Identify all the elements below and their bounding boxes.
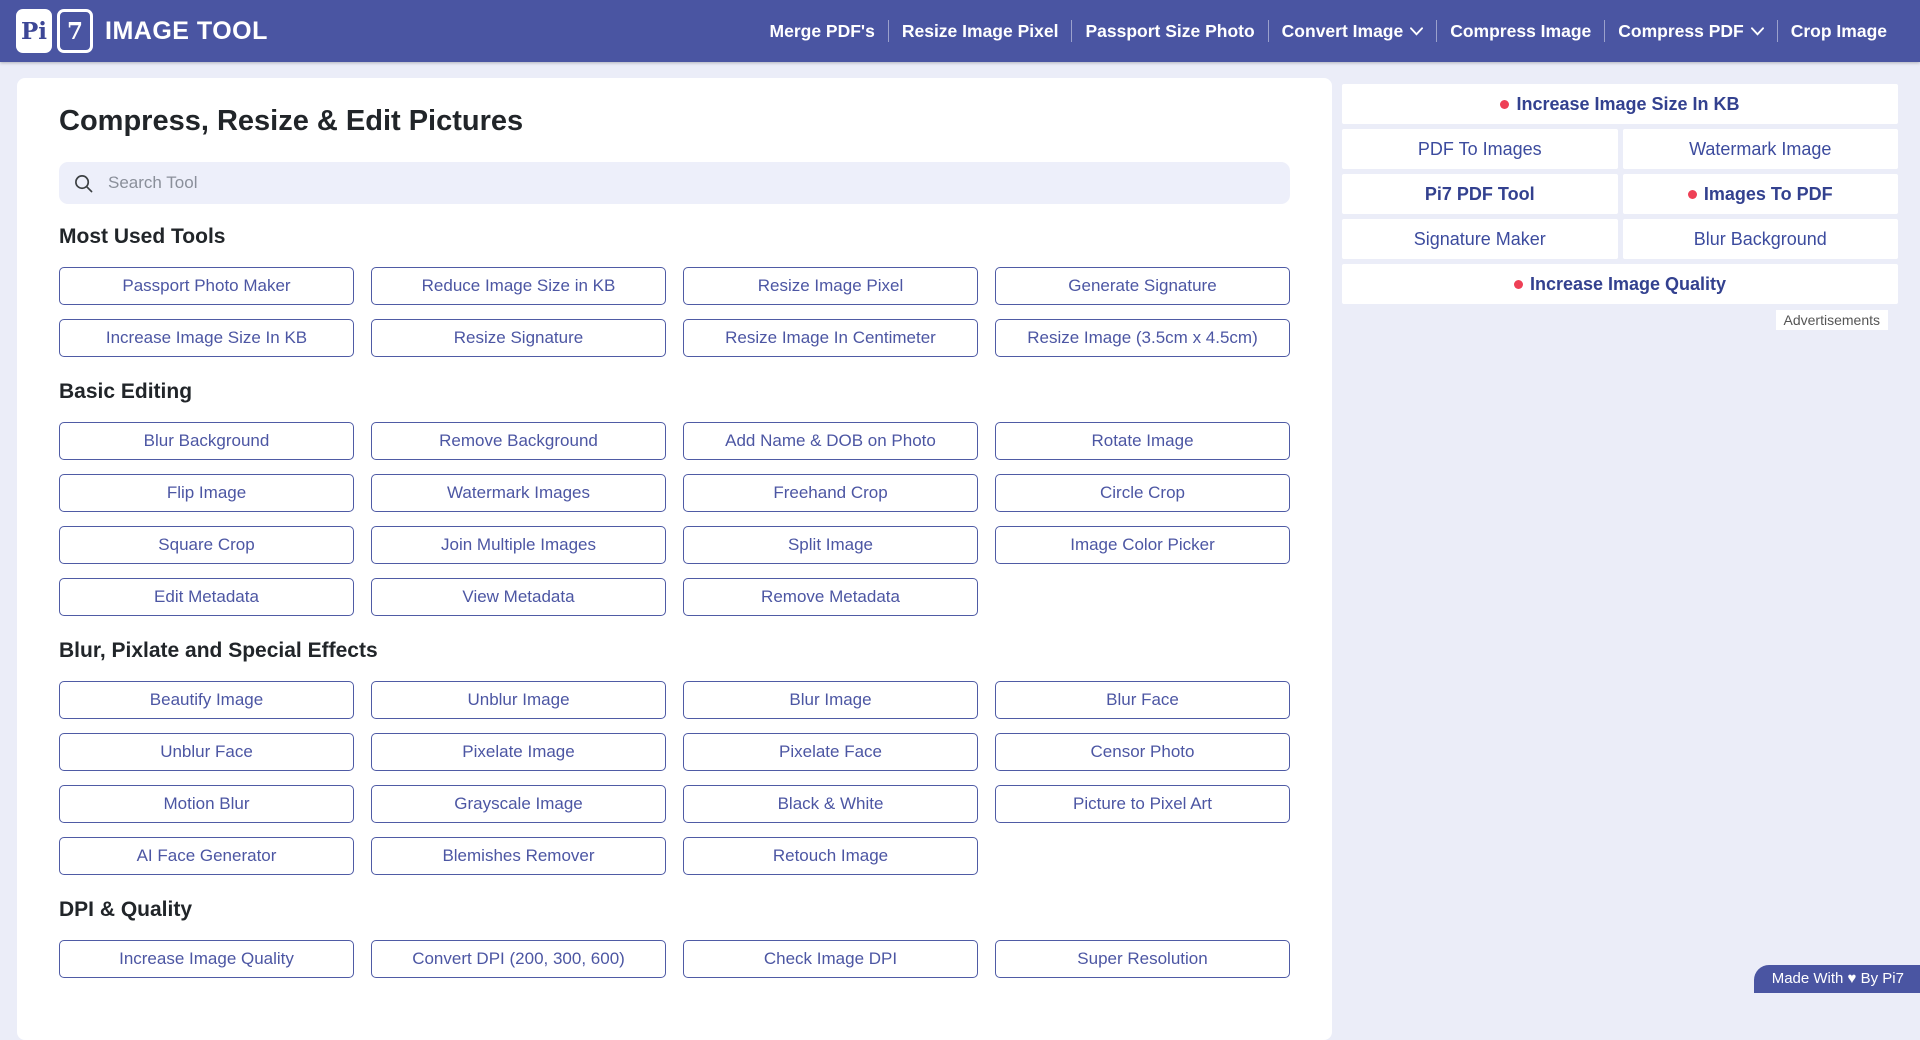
tool-button[interactable]: Resize Image (3.5cm x 4.5cm) [995, 319, 1290, 357]
tool-button[interactable]: Square Crop [59, 526, 354, 564]
tool-button[interactable]: Check Image DPI [683, 940, 978, 978]
tool-button[interactable]: Freehand Crop [683, 474, 978, 512]
tool-button[interactable]: Circle Crop [995, 474, 1290, 512]
tool-button[interactable]: Convert DPI (200, 300, 600) [371, 940, 666, 978]
navbar: Pi 7 IMAGE TOOL Merge PDF's Resize Image… [0, 0, 1920, 62]
search-icon [74, 174, 93, 193]
brand[interactable]: Pi 7 IMAGE TOOL [16, 9, 268, 53]
sidebar-link-blur-background[interactable]: Blur Background [1623, 219, 1899, 259]
logo-seven-box: 7 [57, 9, 93, 53]
tool-button[interactable]: Unblur Image [371, 681, 666, 719]
sidebar-link-signature-maker[interactable]: Signature Maker [1342, 219, 1618, 259]
tool-button[interactable]: Blur Background [59, 422, 354, 460]
section-heading: DPI & Quality [59, 897, 1290, 922]
sidebar-link-pdf-to-images[interactable]: PDF To Images [1342, 129, 1618, 169]
sidebar-link-watermark-image[interactable]: Watermark Image [1623, 129, 1899, 169]
tool-button[interactable]: Blur Image [683, 681, 978, 719]
tool-button[interactable]: Rotate Image [995, 422, 1290, 460]
tools-grid: Increase Image Quality Convert DPI (200, … [59, 940, 1290, 978]
red-dot-icon [1514, 280, 1523, 289]
section-basic-editing: Basic Editing Blur Background Remove Back… [59, 379, 1290, 616]
nav-merge-pdfs[interactable]: Merge PDF's [757, 21, 888, 42]
sidebar-link-increase-image-quality[interactable]: Increase Image Quality [1342, 264, 1898, 304]
tool-button[interactable]: Grayscale Image [371, 785, 666, 823]
tool-button[interactable]: Resize Signature [371, 319, 666, 357]
brand-title: IMAGE TOOL [105, 17, 268, 46]
nav-compress-pdf-dropdown[interactable]: Compress PDF [1605, 21, 1776, 42]
tool-button[interactable]: Black & White [683, 785, 978, 823]
main-card: Compress, Resize & Edit Pictures Most Us… [17, 78, 1332, 1040]
tool-button[interactable]: View Metadata [371, 578, 666, 616]
tool-button[interactable]: Reduce Image Size in KB [371, 267, 666, 305]
sidebar-link-pi7-pdf-tool[interactable]: Pi7 PDF Tool [1342, 174, 1618, 214]
section-heading: Most Used Tools [59, 224, 1290, 249]
page-title: Compress, Resize & Edit Pictures [59, 104, 1290, 138]
tool-button[interactable]: Passport Photo Maker [59, 267, 354, 305]
nav-compress-image[interactable]: Compress Image [1437, 21, 1604, 42]
chevron-down-icon [1410, 27, 1423, 36]
sidebar: Increase Image Size In KB PDF To Images … [1342, 84, 1898, 330]
section-blur-pixlate-effects: Blur, Pixlate and Special Effects Beauti… [59, 638, 1290, 875]
tool-button[interactable]: Retouch Image [683, 837, 978, 875]
pi7-logo-icon: Pi 7 [16, 9, 93, 53]
tool-button[interactable]: Flip Image [59, 474, 354, 512]
tool-button[interactable]: Remove Background [371, 422, 666, 460]
tool-button[interactable]: Watermark Images [371, 474, 666, 512]
tool-button[interactable]: Add Name & DOB on Photo [683, 422, 978, 460]
sidebar-grid: Increase Image Size In KB PDF To Images … [1342, 84, 1898, 304]
tool-button[interactable]: Image Color Picker [995, 526, 1290, 564]
chevron-down-icon [1751, 27, 1764, 36]
section-heading: Basic Editing [59, 379, 1290, 404]
made-with-badge[interactable]: Made With ♥ By Pi7 [1754, 965, 1920, 993]
section-heading: Blur, Pixlate and Special Effects [59, 638, 1290, 663]
tool-button[interactable]: Pixelate Face [683, 733, 978, 771]
search-input[interactable] [106, 172, 1275, 194]
sidebar-link-increase-image-size-in-kb[interactable]: Increase Image Size In KB [1342, 84, 1898, 124]
tool-button[interactable]: Edit Metadata [59, 578, 354, 616]
section-dpi-quality: DPI & Quality Increase Image Quality Conv… [59, 897, 1290, 978]
tool-button[interactable]: Picture to Pixel Art [995, 785, 1290, 823]
logo-pi-box: Pi [16, 9, 52, 53]
tool-button[interactable]: Blur Face [995, 681, 1290, 719]
tool-button[interactable]: Beautify Image [59, 681, 354, 719]
nav-resize-image-pixel[interactable]: Resize Image Pixel [889, 21, 1072, 42]
tools-grid: Blur Background Remove Background Add Name… [59, 422, 1290, 616]
nav-passport-size-photo[interactable]: Passport Size Photo [1072, 21, 1267, 42]
red-dot-icon [1500, 100, 1509, 109]
nav-crop-image[interactable]: Crop Image [1778, 21, 1900, 42]
tool-button[interactable]: Censor Photo [995, 733, 1290, 771]
red-dot-icon [1688, 190, 1697, 199]
tool-button[interactable]: Unblur Face [59, 733, 354, 771]
tool-button[interactable]: Motion Blur [59, 785, 354, 823]
tool-button[interactable]: Increase Image Size In KB [59, 319, 354, 357]
search-box[interactable] [59, 162, 1290, 204]
tool-button[interactable]: Resize Image Pixel [683, 267, 978, 305]
tool-button[interactable]: Join Multiple Images [371, 526, 666, 564]
advertisements-label: Advertisements [1776, 310, 1888, 330]
tools-grid: Beautify Image Unblur Image Blur Image Blur… [59, 681, 1290, 875]
tool-button[interactable]: Generate Signature [995, 267, 1290, 305]
tool-button[interactable]: Super Resolution [995, 940, 1290, 978]
tool-button[interactable]: Pixelate Image [371, 733, 666, 771]
nav-convert-image-dropdown[interactable]: Convert Image [1269, 21, 1437, 42]
tool-button[interactable]: AI Face Generator [59, 837, 354, 875]
section-most-used-tools: Most Used Tools Passport Photo Maker Redu… [59, 224, 1290, 357]
tool-button[interactable]: Remove Metadata [683, 578, 978, 616]
sidebar-link-images-to-pdf[interactable]: Images To PDF [1623, 174, 1899, 214]
nav-links: Merge PDF's Resize Image Pixel Passport … [757, 20, 1900, 42]
tool-button[interactable]: Resize Image In Centimeter [683, 319, 978, 357]
tool-button[interactable]: Blemishes Remover [371, 837, 666, 875]
tool-button[interactable]: Split Image [683, 526, 978, 564]
tool-button[interactable]: Increase Image Quality [59, 940, 354, 978]
ads-row: Advertisements [1342, 310, 1898, 330]
tools-grid: Passport Photo Maker Reduce Image Size in… [59, 267, 1290, 357]
